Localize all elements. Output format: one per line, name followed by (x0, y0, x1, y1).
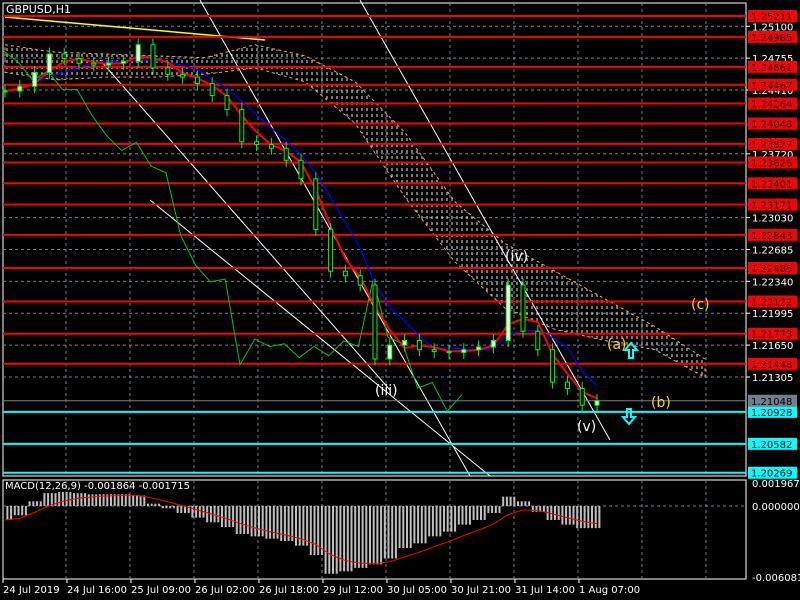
resistance-price-label: 1.22122 (751, 297, 792, 308)
time-label: 1 Aug 07:00 (579, 585, 640, 596)
price-tick-label: 1.22340 (752, 277, 793, 288)
wave-label-v: (v) (577, 419, 597, 435)
candle-body (283, 147, 289, 161)
candle-body (46, 53, 52, 73)
wave-label-c: (c) (691, 297, 710, 313)
candle-body (194, 76, 200, 85)
time-label: 25 Jul 09:00 (131, 585, 191, 596)
resistance-price-label: 1.22843 (751, 231, 792, 242)
candle-body (120, 60, 126, 64)
candle-body (431, 349, 437, 353)
macd-label: MACD(12,26,9) -0.001864 -0.001715 (5, 481, 190, 492)
price-tick-label: 1.21305 (752, 373, 793, 384)
resistance-price-label: 1.21773 (751, 330, 792, 341)
resistance-price-label: 1.21448 (751, 360, 792, 371)
price-tick-label: 1.21650 (752, 341, 793, 352)
candle-body (550, 349, 556, 383)
resistance-price-label: 1.25211 (751, 12, 792, 23)
resistance-price-label: 1.23171 (751, 201, 792, 212)
resistance-price-label: 1.24264 (751, 100, 792, 111)
candle-body (165, 67, 171, 75)
wave-label-iv: (iv) (505, 249, 529, 265)
time-label: 29 Jul 12:00 (323, 585, 383, 596)
candle-body (61, 53, 67, 60)
price-tick-label: 1.22685 (752, 245, 793, 256)
candle-body (505, 284, 511, 341)
price-tick-label: 1.23030 (752, 214, 793, 225)
candle-body (254, 141, 260, 146)
support-price-label: 1.20582 (751, 440, 792, 451)
candle-body (387, 344, 393, 360)
resistance-price-label: 1.23401 (751, 179, 792, 190)
candle-body (446, 351, 452, 354)
candle-body (180, 73, 186, 78)
candle-body (490, 339, 496, 348)
support-price-label: 1.20928 (751, 408, 792, 419)
chart-title: GBPUSD,H1 (6, 3, 71, 16)
candle-body (298, 159, 304, 180)
candle-body (402, 339, 408, 346)
candle-body (91, 62, 97, 66)
candle-body (520, 284, 526, 332)
time-label: 24 Jul 2019 (3, 585, 60, 596)
resistance-price-label: 1.23626 (751, 158, 792, 169)
time-label: 26 Jul 02:00 (195, 585, 255, 596)
candle-body (76, 58, 82, 64)
candle-body (239, 108, 245, 143)
candle-body (2, 90, 8, 93)
candle-body (150, 44, 156, 69)
candle-body (328, 229, 334, 272)
candle-body (416, 339, 422, 351)
candle-body (17, 85, 23, 92)
current-price-label: 1.21048 (751, 397, 792, 408)
candle-body (594, 400, 600, 406)
ichimoku-cloud (4, 44, 706, 379)
candle-body (106, 62, 112, 66)
resistance-price-label: 1.24661 (751, 63, 792, 74)
macd-tick-label: 0.000000 (752, 502, 800, 513)
resistance-price-label: 1.23827 (751, 140, 792, 151)
candle-body (313, 178, 319, 231)
price-chart[interactable]: 1.251001.247551.244101.237201.230301.226… (0, 0, 800, 600)
candle-body (268, 144, 274, 149)
candle-body (342, 270, 348, 277)
wave-label-a: (a) (607, 337, 627, 353)
candle-body (461, 349, 467, 354)
candle-body (357, 275, 363, 286)
resistance-price-label: 1.24985 (751, 33, 792, 44)
time-label: 30 Jul 05:00 (387, 585, 447, 596)
time-label: 24 Jul 16:00 (67, 585, 127, 596)
time-label: 31 Jul 14:00 (515, 585, 575, 596)
candle-body (32, 71, 38, 87)
wave-label-iii: (iii) (375, 383, 398, 399)
channel-line (149, 199, 491, 477)
price-tick-label: 1.21995 (752, 309, 793, 320)
resistance-price-label: 1.22485 (751, 264, 792, 275)
candle-body (209, 83, 215, 97)
time-label: 26 Jul 18:00 (259, 585, 319, 596)
candle-body (535, 330, 541, 351)
resistance-price-label: 1.24467 (751, 81, 792, 92)
macd-tick-label: -0.006081 (752, 573, 800, 584)
resistance-price-label: 1.24048 (751, 119, 792, 130)
candle-body (372, 284, 378, 360)
candle-body (564, 381, 570, 390)
candle-body (476, 346, 482, 351)
time-label: 30 Jul 21:00 (451, 585, 511, 596)
macd-tick-label: 0.001967 (752, 479, 800, 490)
candle-body (224, 95, 230, 110)
candle-body (135, 44, 141, 62)
wave-label-b: (b) (651, 395, 671, 411)
candle-body (579, 388, 585, 406)
